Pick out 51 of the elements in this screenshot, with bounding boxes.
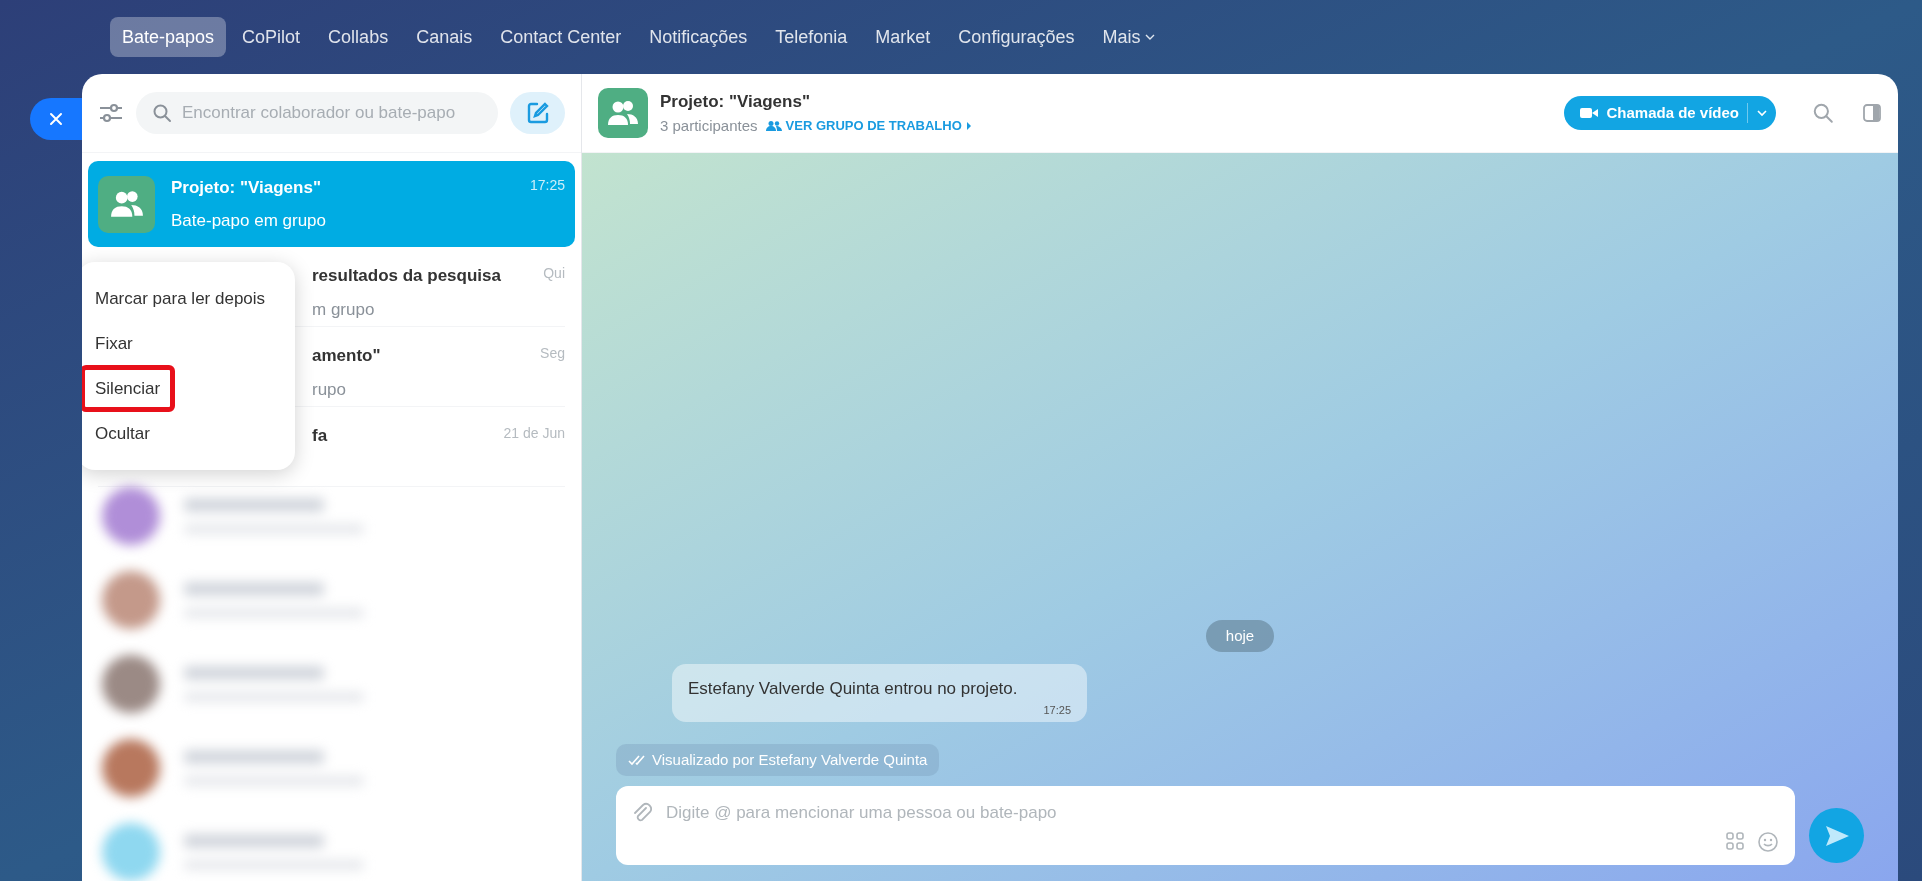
search-field[interactable]: Encontrar colaborador ou bate-papo (136, 92, 498, 134)
compose-icon (525, 101, 550, 125)
chat-preview: rupo (312, 378, 348, 401)
caret-icon (1144, 33, 1157, 41)
chat-preview: Bate-papo em grupo (171, 210, 327, 232)
camera-icon (1580, 107, 1599, 119)
apps-grid-icon[interactable] (1725, 831, 1745, 851)
chat-time: 17:25 (529, 175, 565, 195)
chat-title: fa (312, 425, 328, 447)
nav-tab[interactable]: Bate-papos (110, 17, 227, 57)
chat-time: Seg (540, 344, 565, 363)
people-icon (109, 189, 144, 219)
paperclip-icon[interactable] (632, 802, 652, 824)
emoji-icon[interactable] (1757, 831, 1779, 853)
nav-tab[interactable]: Mais (1090, 17, 1169, 57)
send-button[interactable] (1809, 808, 1864, 863)
nav-tab[interactable]: Canais (404, 17, 485, 57)
nav-tab[interactable]: Collabs (316, 17, 401, 57)
chat-time: 21 de Jun (503, 424, 565, 443)
caret-icon (1756, 109, 1768, 117)
people-icon (607, 99, 639, 127)
nav-tab[interactable]: Market (863, 17, 943, 57)
sidebar-toggle-icon[interactable] (1862, 103, 1882, 123)
message-time: 17:25 (1043, 702, 1071, 718)
people-icon (765, 119, 782, 132)
chat-title: resultados da pesquisa (312, 265, 501, 287)
nav-tab[interactable]: Notificações (637, 17, 760, 57)
chat-time: Qui (543, 264, 565, 283)
arrow-icon (965, 121, 972, 130)
menu-item[interactable]: Silenciar (82, 364, 176, 413)
nav-tab[interactable]: Telefonia (763, 17, 860, 57)
double-check-icon (628, 754, 648, 766)
new-chat-button[interactable] (510, 92, 565, 134)
chat-preview: m grupo (312, 298, 376, 321)
message-text: Estefany Valverde Quinta entrou no projeto. (688, 678, 1019, 700)
search-icon (152, 103, 172, 123)
chat-title: Projeto: "Viagens" (660, 91, 811, 113)
chat-title: Projeto: "Viagens" (171, 176, 321, 199)
search-icon[interactable] (1812, 102, 1834, 124)
seen-text: Visualizado por Estefany Valverde Quinta (652, 749, 928, 770)
nav-tab[interactable]: Contact Center (488, 17, 634, 57)
message-input[interactable]: Digite @ para mencionar uma pessoa ou bate-papo (616, 786, 1795, 865)
chat-title: amento" (312, 345, 381, 367)
participants-count: 3 participantes (660, 115, 758, 136)
close-button[interactable] (30, 98, 82, 140)
nav-tab[interactable]: CoPilot (230, 17, 313, 57)
nav-tab[interactable]: Configurações (946, 17, 1087, 57)
filter-icon[interactable] (98, 102, 124, 124)
date-label: hoje (1205, 619, 1275, 652)
send-icon (1823, 823, 1850, 848)
close-icon (48, 111, 64, 127)
